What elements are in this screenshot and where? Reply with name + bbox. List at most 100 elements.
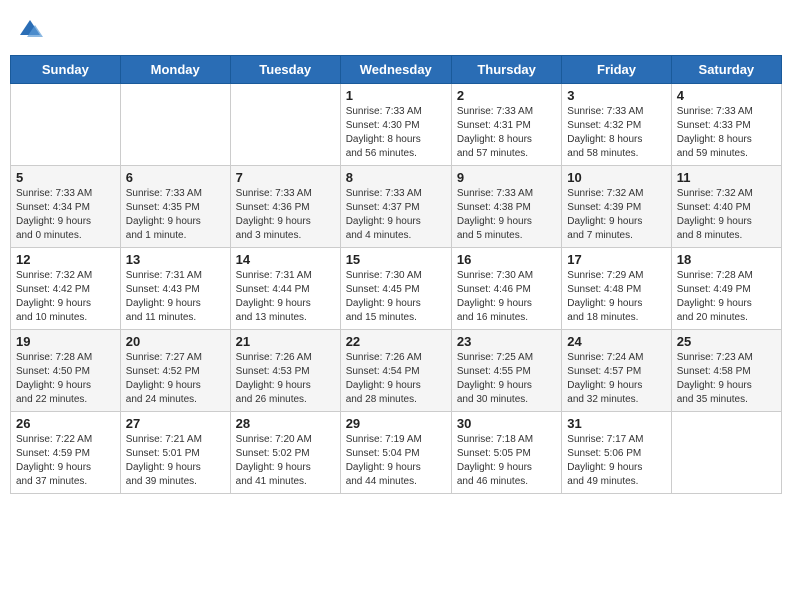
day-number: 27 bbox=[126, 416, 225, 431]
calendar-cell: 1Sunrise: 7:33 AM Sunset: 4:30 PM Daylig… bbox=[340, 84, 451, 166]
day-number: 22 bbox=[346, 334, 446, 349]
calendar-cell: 15 Sunrise: 7:30 AM Sunset: 4:45 PM Dayli… bbox=[340, 248, 451, 330]
calendar-cell: 13 Sunrise: 7:31 AM Sunset: 4:43 PM Dayli… bbox=[120, 248, 230, 330]
day-number: 30 bbox=[457, 416, 556, 431]
day-info: Sunrise: 7:19 AM Sunset: 5:04 PM Dayligh… bbox=[346, 433, 446, 489]
weekday-header-saturday: Saturday bbox=[671, 56, 781, 84]
day-info: Sunrise: 7:23 AM Sunset: 4:58 PM Dayligh… bbox=[677, 351, 776, 407]
calendar-cell: 21 Sunrise: 7:26 AM Sunset: 4:53 PM Dayli… bbox=[230, 330, 340, 412]
week-row-5: 26 Sunrise: 7:22 AM Sunset: 4:59 PM Dayli… bbox=[11, 412, 782, 494]
day-info: Sunrise: 7:33 AM Sunset: 4:37 PM Dayligh… bbox=[346, 187, 446, 243]
week-row-4: 19 Sunrise: 7:28 AM Sunset: 4:50 PM Dayli… bbox=[11, 330, 782, 412]
weekday-header-wednesday: Wednesday bbox=[340, 56, 451, 84]
calendar-cell: 29 Sunrise: 7:19 AM Sunset: 5:04 PM Dayli… bbox=[340, 412, 451, 494]
calendar-cell: 3Sunrise: 7:33 AM Sunset: 4:32 PM Daylig… bbox=[562, 84, 671, 166]
day-number: 4 bbox=[677, 88, 776, 103]
calendar-cell: 17 Sunrise: 7:29 AM Sunset: 4:48 PM Dayli… bbox=[562, 248, 671, 330]
weekday-header-tuesday: Tuesday bbox=[230, 56, 340, 84]
day-number: 10 bbox=[567, 170, 665, 185]
day-number: 7 bbox=[236, 170, 335, 185]
day-info: Sunrise: 7:32 AM Sunset: 4:40 PM Dayligh… bbox=[677, 187, 776, 243]
calendar-cell: 4 Sunrise: 7:33 AM Sunset: 4:33 PM Daylig… bbox=[671, 84, 781, 166]
calendar-cell: 26 Sunrise: 7:22 AM Sunset: 4:59 PM Dayli… bbox=[11, 412, 121, 494]
calendar-cell: 23Sunrise: 7:25 AM Sunset: 4:55 PM Dayli… bbox=[451, 330, 561, 412]
day-info: Sunrise: 7:26 AM Sunset: 4:54 PM Dayligh… bbox=[346, 351, 446, 407]
day-number: 21 bbox=[236, 334, 335, 349]
calendar-cell: 16Sunrise: 7:30 AM Sunset: 4:46 PM Dayli… bbox=[451, 248, 561, 330]
day-number: 2 bbox=[457, 88, 556, 103]
week-row-2: 5 Sunrise: 7:33 AM Sunset: 4:34 PM Daylig… bbox=[11, 166, 782, 248]
day-number: 23 bbox=[457, 334, 556, 349]
day-number: 31 bbox=[567, 416, 665, 431]
day-info: Sunrise: 7:33 AM Sunset: 4:32 PM Dayligh… bbox=[567, 105, 665, 161]
day-info: Sunrise: 7:33 AM Sunset: 4:38 PM Dayligh… bbox=[457, 187, 556, 243]
weekday-header-friday: Friday bbox=[562, 56, 671, 84]
day-number: 26 bbox=[16, 416, 115, 431]
calendar-cell: 19 Sunrise: 7:28 AM Sunset: 4:50 PM Dayli… bbox=[11, 330, 121, 412]
day-number: 17 bbox=[567, 252, 665, 267]
day-info: Sunrise: 7:22 AM Sunset: 4:59 PM Dayligh… bbox=[16, 433, 115, 489]
day-number: 6 bbox=[126, 170, 225, 185]
calendar-cell: 8 Sunrise: 7:33 AM Sunset: 4:37 PM Daylig… bbox=[340, 166, 451, 248]
day-info: Sunrise: 7:33 AM Sunset: 4:36 PM Dayligh… bbox=[236, 187, 335, 243]
day-number: 11 bbox=[677, 170, 776, 185]
day-number: 5 bbox=[16, 170, 115, 185]
page-header bbox=[10, 10, 782, 45]
day-info: Sunrise: 7:24 AM Sunset: 4:57 PM Dayligh… bbox=[567, 351, 665, 407]
day-info: Sunrise: 7:33 AM Sunset: 4:30 PM Dayligh… bbox=[346, 105, 446, 161]
calendar-cell: 31 Sunrise: 7:17 AM Sunset: 5:06 PM Dayli… bbox=[562, 412, 671, 494]
day-info: Sunrise: 7:33 AM Sunset: 4:34 PM Dayligh… bbox=[16, 187, 115, 243]
calendar-cell: 12Sunrise: 7:32 AM Sunset: 4:42 PM Dayli… bbox=[11, 248, 121, 330]
calendar-cell bbox=[671, 412, 781, 494]
day-info: Sunrise: 7:26 AM Sunset: 4:53 PM Dayligh… bbox=[236, 351, 335, 407]
day-number: 29 bbox=[346, 416, 446, 431]
week-row-1: 1Sunrise: 7:33 AM Sunset: 4:30 PM Daylig… bbox=[11, 84, 782, 166]
calendar-cell: 7 Sunrise: 7:33 AM Sunset: 4:36 PM Daylig… bbox=[230, 166, 340, 248]
calendar-cell: 27 Sunrise: 7:21 AM Sunset: 5:01 PM Dayli… bbox=[120, 412, 230, 494]
calendar-cell: 9 Sunrise: 7:33 AM Sunset: 4:38 PM Daylig… bbox=[451, 166, 561, 248]
day-info: Sunrise: 7:17 AM Sunset: 5:06 PM Dayligh… bbox=[567, 433, 665, 489]
calendar-cell: 14Sunrise: 7:31 AM Sunset: 4:44 PM Dayli… bbox=[230, 248, 340, 330]
day-info: Sunrise: 7:21 AM Sunset: 5:01 PM Dayligh… bbox=[126, 433, 225, 489]
calendar-cell: 24Sunrise: 7:24 AM Sunset: 4:57 PM Dayli… bbox=[562, 330, 671, 412]
day-info: Sunrise: 7:31 AM Sunset: 4:43 PM Dayligh… bbox=[126, 269, 225, 325]
calendar-cell: 20 Sunrise: 7:27 AM Sunset: 4:52 PM Dayli… bbox=[120, 330, 230, 412]
calendar-cell bbox=[120, 84, 230, 166]
calendar-cell bbox=[230, 84, 340, 166]
week-row-3: 12Sunrise: 7:32 AM Sunset: 4:42 PM Dayli… bbox=[11, 248, 782, 330]
day-number: 15 bbox=[346, 252, 446, 267]
day-number: 13 bbox=[126, 252, 225, 267]
day-info: Sunrise: 7:33 AM Sunset: 4:31 PM Dayligh… bbox=[457, 105, 556, 161]
day-info: Sunrise: 7:27 AM Sunset: 4:52 PM Dayligh… bbox=[126, 351, 225, 407]
calendar-cell: 25 Sunrise: 7:23 AM Sunset: 4:58 PM Dayli… bbox=[671, 330, 781, 412]
day-number: 8 bbox=[346, 170, 446, 185]
day-number: 18 bbox=[677, 252, 776, 267]
weekday-header-sunday: Sunday bbox=[11, 56, 121, 84]
calendar-cell: 10 Sunrise: 7:32 AM Sunset: 4:39 PM Dayli… bbox=[562, 166, 671, 248]
calendar-cell: 11 Sunrise: 7:32 AM Sunset: 4:40 PM Dayli… bbox=[671, 166, 781, 248]
day-info: Sunrise: 7:30 AM Sunset: 4:46 PM Dayligh… bbox=[457, 269, 556, 325]
weekday-header-row: SundayMondayTuesdayWednesdayThursdayFrid… bbox=[11, 56, 782, 84]
day-number: 19 bbox=[16, 334, 115, 349]
calendar-cell: 5 Sunrise: 7:33 AM Sunset: 4:34 PM Daylig… bbox=[11, 166, 121, 248]
day-info: Sunrise: 7:32 AM Sunset: 4:39 PM Dayligh… bbox=[567, 187, 665, 243]
day-info: Sunrise: 7:20 AM Sunset: 5:02 PM Dayligh… bbox=[236, 433, 335, 489]
logo bbox=[15, 15, 49, 45]
calendar-cell: 28 Sunrise: 7:20 AM Sunset: 5:02 PM Dayli… bbox=[230, 412, 340, 494]
day-info: Sunrise: 7:28 AM Sunset: 4:50 PM Dayligh… bbox=[16, 351, 115, 407]
day-number: 12 bbox=[16, 252, 115, 267]
day-number: 25 bbox=[677, 334, 776, 349]
day-info: Sunrise: 7:33 AM Sunset: 4:33 PM Dayligh… bbox=[677, 105, 776, 161]
weekday-header-thursday: Thursday bbox=[451, 56, 561, 84]
calendar-table: SundayMondayTuesdayWednesdayThursdayFrid… bbox=[10, 55, 782, 494]
day-info: Sunrise: 7:29 AM Sunset: 4:48 PM Dayligh… bbox=[567, 269, 665, 325]
logo-icon bbox=[15, 15, 45, 45]
calendar-cell: 22 Sunrise: 7:26 AM Sunset: 4:54 PM Dayli… bbox=[340, 330, 451, 412]
day-info: Sunrise: 7:30 AM Sunset: 4:45 PM Dayligh… bbox=[346, 269, 446, 325]
day-number: 9 bbox=[457, 170, 556, 185]
day-number: 28 bbox=[236, 416, 335, 431]
calendar-cell bbox=[11, 84, 121, 166]
day-info: Sunrise: 7:18 AM Sunset: 5:05 PM Dayligh… bbox=[457, 433, 556, 489]
day-info: Sunrise: 7:28 AM Sunset: 4:49 PM Dayligh… bbox=[677, 269, 776, 325]
day-number: 20 bbox=[126, 334, 225, 349]
